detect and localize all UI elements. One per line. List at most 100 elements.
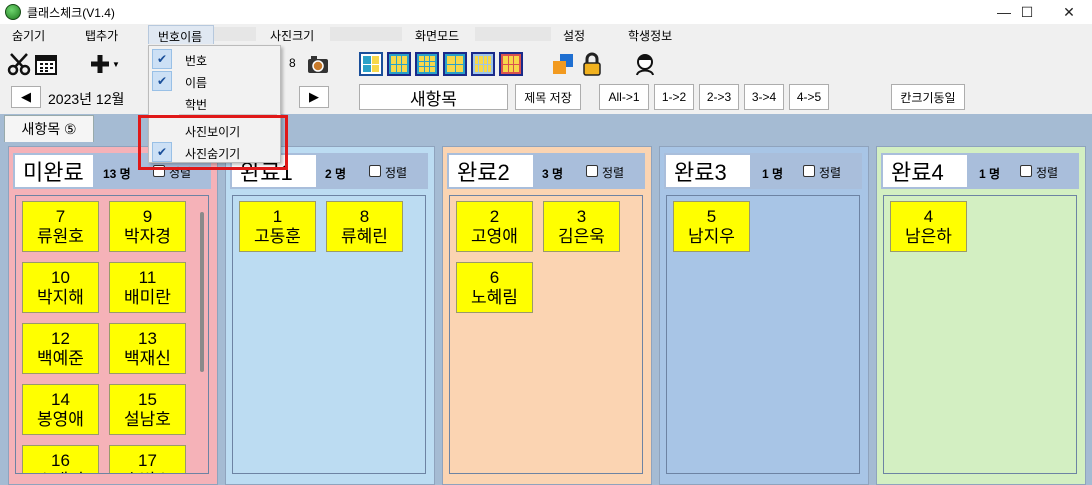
column-body: 2 고영애 3 김은욱 6 노혜림 (449, 195, 643, 474)
student-card[interactable]: 16소재이 (22, 445, 99, 473)
dd-item-name[interactable]: ✔ 이름 (149, 70, 280, 92)
column-body: 4 남은하 (883, 195, 1077, 474)
layout-4block-button[interactable] (443, 52, 467, 76)
window-title: 클래스체크(V1.4) (27, 6, 115, 20)
student-number: 2 (489, 207, 500, 226)
column-4: 완료4 1 명 정렬 4 남은하 (876, 146, 1086, 485)
close-button[interactable]: ✕ (1046, 0, 1092, 24)
menu-hide[interactable]: 숨기기 (12, 27, 45, 43)
app-icon (5, 4, 21, 20)
layout-2col-button[interactable] (359, 52, 383, 76)
student-number: 1 (272, 207, 283, 226)
sort-checkbox[interactable] (1020, 165, 1032, 177)
student-number: 13 (138, 329, 157, 348)
student-card[interactable]: 2 고영애 (456, 201, 533, 252)
student-icon[interactable] (633, 52, 657, 76)
menu-blank (475, 27, 551, 41)
student-card[interactable]: 6 노혜림 (456, 262, 533, 313)
student-number: 10 (51, 268, 70, 287)
student-number: 11 (138, 268, 157, 287)
sort-checkbox[interactable] (369, 165, 381, 177)
menu-number-name[interactable]: 번호이름 (148, 25, 214, 45)
camera-icon[interactable] (306, 52, 330, 76)
student-card[interactable]: 1 고동훈 (239, 201, 316, 252)
add-icon[interactable] (88, 52, 112, 76)
check-icon: ✔ (152, 71, 172, 91)
move-2-to-3-button[interactable]: 2->3 (699, 84, 739, 110)
sort-label: 정렬 (819, 166, 842, 180)
column-body: 7 류원호 9 박자경 10 박지해 11 배미란 12 백예준 13 백재신 14 봉영애 15 설남호 16… (15, 195, 209, 474)
student-name: 류원호 (37, 227, 84, 246)
student-card[interactable]: 8 류혜린 (326, 201, 403, 252)
maximize-button[interactable]: ☐ (1004, 0, 1050, 24)
menu-add-tab[interactable]: 탭추가 (85, 27, 118, 43)
windows-icon[interactable] (551, 52, 575, 76)
student-card[interactable]: 13 백재신 (109, 323, 186, 374)
sort-checkbox[interactable] (586, 165, 598, 177)
sort-label: 정렬 (385, 166, 408, 180)
prev-month-button[interactable]: ◀ (11, 86, 41, 108)
student-number: 12 (51, 329, 70, 348)
dropdown-arrow-icon: ▼ (112, 60, 120, 69)
scissors-icon[interactable] (7, 52, 31, 76)
student-card[interactable]: 12 백예준 (22, 323, 99, 374)
student-card[interactable]: 15 설남호 (109, 384, 186, 435)
equal-size-button[interactable]: 칸크기동일 (891, 84, 965, 110)
student-number: 7 (55, 207, 66, 226)
student-name: 백예준 (37, 349, 84, 368)
move-1-to-2-button[interactable]: 1->2 (654, 84, 694, 110)
dd-item-number[interactable]: ✔ 번호 (149, 48, 280, 70)
student-card[interactable]: 17손병소 (109, 445, 186, 473)
student-card[interactable]: 7 류원호 (22, 201, 99, 252)
dd-item-student-id-label: 학번 (185, 98, 208, 112)
move-3-to-4-button[interactable]: 3->4 (744, 84, 784, 110)
column-title: 완료4 (883, 155, 967, 187)
subject-input[interactable]: 새항목 (359, 84, 508, 110)
menu-blank (330, 27, 402, 41)
student-card[interactable]: 14 봉영애 (22, 384, 99, 435)
student-name: 봉영애 (37, 410, 84, 429)
student-card[interactable]: 11 배미란 (109, 262, 186, 313)
student-name: 배미란 (124, 288, 171, 307)
student-name: 김은욱 (558, 227, 605, 246)
lock-icon[interactable] (580, 52, 604, 76)
tab-new-item[interactable]: 새항목 ⑤ (4, 115, 94, 142)
title-bar: 클래스체크(V1.4) — ☐ ✕ (0, 0, 1092, 24)
student-card[interactable]: 5 남지우 (673, 201, 750, 252)
sort-checkbox[interactable] (803, 165, 815, 177)
layout-colored-button[interactable] (499, 52, 523, 76)
menu-student-info[interactable]: 학생정보 (628, 27, 672, 43)
menu-screen-mode[interactable]: 화면모드 (415, 27, 459, 43)
column-body: 1 고동훈 8 류혜린 (232, 195, 426, 474)
student-number: 9 (142, 207, 153, 226)
dd-item-student-id[interactable]: 학번 (149, 92, 280, 114)
layout-grid-button[interactable] (415, 52, 439, 76)
sort-label: 정렬 (602, 166, 625, 180)
student-number: 17 (138, 451, 157, 470)
layout-fine-grid-button[interactable] (471, 52, 495, 76)
column-title: 완료3 (666, 155, 750, 187)
column-3: 완료3 1 명 정렬 5 남지우 (659, 146, 869, 485)
menu-blank (214, 27, 256, 41)
menu-settings[interactable]: 설정 (563, 27, 585, 43)
next-month-button[interactable]: ▶ (299, 86, 329, 108)
student-name: 고동훈 (254, 227, 301, 246)
scrollbar[interactable] (200, 212, 204, 372)
student-number: 8 (359, 207, 370, 226)
column-count: 1 명 (762, 167, 784, 181)
student-card[interactable]: 4 남은하 (890, 201, 967, 252)
save-title-button[interactable]: 제목 저장 (515, 84, 581, 110)
student-card[interactable]: 3 김은욱 (543, 201, 620, 252)
column-count: 1 명 (979, 167, 1001, 181)
photo-size-value: 8 (289, 56, 296, 70)
student-card[interactable]: 10 박지해 (22, 262, 99, 313)
menu-number-name-label: 번호이름 (158, 30, 203, 44)
student-card[interactable]: 9 박자경 (109, 201, 186, 252)
column-count: 13 명 (103, 167, 131, 181)
calendar-icon[interactable] (34, 52, 58, 76)
move-4-to-5-button[interactable]: 4->5 (789, 84, 829, 110)
menu-photo-size[interactable]: 사진크기 (270, 27, 314, 43)
layout-3col-button[interactable] (387, 52, 411, 76)
move-all-to-1-button[interactable]: All->1 (599, 84, 649, 110)
column-header: 완료2 3 명 정렬 (447, 153, 645, 189)
